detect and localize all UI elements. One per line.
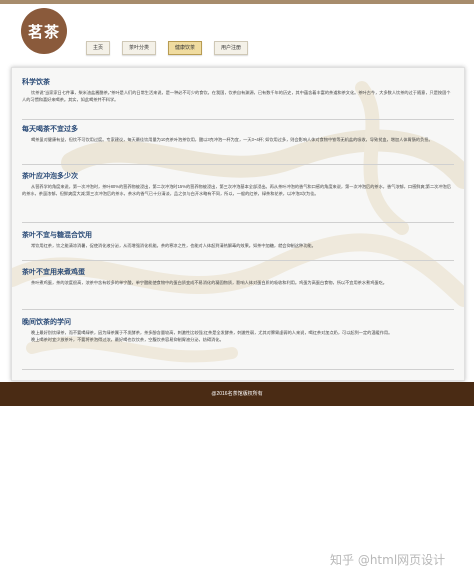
section-evening-tea: 晚间饮茶的学问 晚上最好别饮绿茶，而不要喝绿茶，因为绿茶属于不发酵茶，茶多酚含量… [22, 318, 454, 343]
section-title: 茶叶不宜与糖混合饮用 [22, 232, 92, 239]
section-title: 每天喝茶不宜过多 [22, 126, 78, 133]
section-paragraph: 茶叶煮鸡蛋，茶的浓度很高，浓茶中含有较多的单宁酸，单宁酸能使食物中的蛋白质变成不… [31, 280, 387, 285]
section-divider [22, 369, 454, 370]
section-no-eggs: 茶叶不宜用来煮鸡蛋 茶叶煮鸡蛋，茶的浓度很高，浓茶中含有较多的单宁酸，单宁酸能使… [22, 268, 454, 287]
section-title: 茶叶应冲泡多少次 [22, 173, 78, 180]
section-title: 科学饮茶 [22, 79, 50, 86]
section-divider [22, 164, 454, 165]
footer-copyright: @2016名茶馆版权所有 [211, 391, 263, 397]
section-no-sugar: 茶叶不宜与糖混合饮用 常饮用红茶，饮之能清凉消暑，促使消化液分泌，从而增强消化机… [22, 231, 454, 250]
top-stripe [0, 0, 474, 4]
section-daily-amount: 每天喝茶不宜过多 喝茶虽对健康有益，但饮不可饮用过度。专家建议，每天最佳饮用量为… [22, 125, 454, 144]
nav-item-categories[interactable]: 茶叶分类 [122, 41, 157, 55]
section-title: 茶叶不宜用来煮鸡蛋 [22, 269, 85, 276]
section-paragraph: 晚上喝茶时宜少放茶叶，不要将茶泡得过浓，最好喝也饮饮茶，空腹饮茶容易抑制胃液分泌… [31, 336, 224, 342]
section-paragraph: 喝茶虽对健康有益，但饮不可饮用过度。专家建议，每天最佳饮用量为10克茶叶泡茶饮用… [31, 137, 433, 142]
footer: @2016名茶馆版权所有 [0, 382, 474, 406]
section-paragraph: 常饮用红茶，饮之能清凉消暑，促使消化液分泌，从而增强消化机能。茶的寒凉之性，也能… [31, 243, 316, 248]
section-paragraph: 饮茶说”当家家日七件事，柴米油盐酱醋茶。”茶叶是人们的日常生活来说，是一种必不可… [22, 90, 451, 102]
section-science-tea: 科学饮茶 饮茶说”当家家日七件事，柴米油盐酱醋茶。”茶叶是人们的日常生活来说，是… [22, 78, 454, 103]
section-divider [22, 309, 454, 310]
section-divider [22, 119, 454, 120]
section-paragraph: 从营养学的角度来说，第一次冲泡时，茶叶80%的营养物被浸出，第二次冲泡时15%的… [22, 184, 451, 196]
nav-item-register[interactable]: 用户注册 [214, 41, 249, 55]
main-nav: 主页 茶叶分类 健康饮茶 用户注册 [86, 41, 260, 55]
nav-item-healthy-tea[interactable]: 健康饮茶 [168, 41, 203, 55]
nav-item-home[interactable]: 主页 [86, 41, 111, 55]
section-divider [22, 260, 454, 261]
section-brew-times: 茶叶应冲泡多少次 从营养学的角度来说，第一次冲泡时，茶叶80%的营养物被浸出，第… [22, 172, 454, 197]
section-title: 晚间饮茶的学问 [22, 319, 71, 326]
logo-text: 茗茶 [27, 22, 60, 41]
section-paragraph: 晚上最好别饮绿茶，而不要喝绿茶，因为绿茶属于不发酵茶，茶多酚含量较高，刺激性比较… [31, 330, 393, 335]
section-divider [22, 222, 454, 223]
site-logo[interactable]: 茗茶 [21, 8, 67, 54]
watermark: 知乎 @html网页设计 [330, 553, 446, 567]
main-content: 科学饮茶 饮茶说”当家家日七件事，柴米油盐酱醋茶。”茶叶是人们的日常生活来说，是… [11, 67, 465, 381]
